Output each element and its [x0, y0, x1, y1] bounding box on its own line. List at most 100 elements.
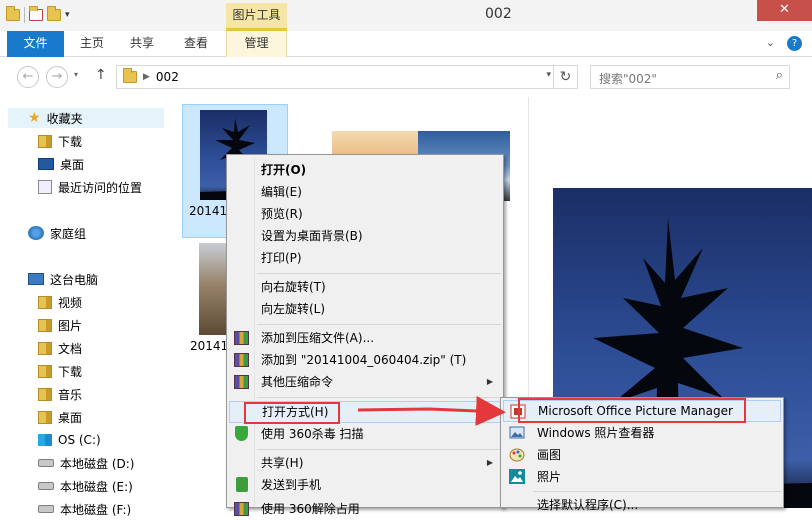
nav-item-label: 文档 [58, 341, 83, 356]
desktop-icon [38, 158, 54, 170]
shield-icon [235, 426, 248, 441]
unlock-icon [234, 502, 249, 516]
menu-item-open[interactable]: 打开(O) [229, 159, 501, 181]
nav-item-homegroup[interactable]: 家庭组 [28, 223, 86, 243]
nav-item-label: 下载 [58, 134, 83, 149]
nav-item-pictures[interactable]: 图片 [38, 315, 82, 335]
nav-item-label: 本地磁盘 (D:) [60, 456, 135, 471]
menu-item-other-archive-commands[interactable]: 其他压缩命令 ▶ [229, 371, 501, 393]
submenu-item-photo-viewer[interactable]: Windows 照片查看器 [503, 422, 781, 444]
collapse-ribbon-icon[interactable]: ⌄ [766, 36, 775, 51]
customize-qat-icon[interactable]: ▾ [65, 10, 70, 20]
menu-separator [257, 449, 501, 450]
menu-item-set-wallpaper[interactable]: 设置为桌面背景(B) [229, 225, 501, 247]
winrar-icon [234, 375, 249, 389]
documents-folder-icon [38, 341, 52, 355]
drive-icon [38, 505, 54, 513]
folder-icon[interactable] [6, 6, 20, 21]
recent-locations-icon[interactable]: ▾ [74, 70, 78, 79]
homegroup-icon [28, 226, 44, 240]
tab-home[interactable]: 主页 [72, 31, 112, 57]
nav-item-favorites[interactable]: ★ 收藏夹 [8, 108, 164, 128]
menu-item-preview[interactable]: 预览(R) [229, 203, 501, 225]
pictures-folder-icon [38, 318, 52, 332]
nav-item-recent-places[interactable]: 最近访问的位置 [38, 177, 142, 197]
nav-item-downloads-pc[interactable]: 下载 [38, 361, 82, 381]
menu-separator [533, 491, 781, 492]
nav-item-videos[interactable]: 视频 [38, 292, 82, 312]
tab-share[interactable]: 共享 [122, 31, 162, 57]
menu-item-share[interactable]: 共享(H) ▶ [229, 452, 501, 474]
menu-item-label: 其他压缩命令 [261, 375, 334, 389]
menu-item-rotate-right[interactable]: 向右旋转(T) [229, 276, 501, 298]
menu-item-rotate-left[interactable]: 向左旋转(L) [229, 298, 501, 320]
window-title: 002 [485, 6, 512, 22]
photo-viewer-icon [509, 426, 525, 439]
menu-item-add-to-archive[interactable]: 添加到压缩文件(A)... [229, 327, 501, 349]
submenu-item-label: 照片 [537, 470, 562, 484]
drive-icon [38, 459, 54, 467]
menu-item-label: 发送到手机 [261, 478, 322, 492]
nav-item-downloads[interactable]: 下载 [38, 131, 82, 151]
help-icon[interactable]: ? [787, 36, 802, 51]
nav-item-label: 桌面 [58, 410, 83, 425]
up-button[interactable]: ↑ [95, 67, 107, 83]
address-field[interactable]: ▶ 002 ▾ [116, 65, 554, 89]
nav-item-this-pc[interactable]: 这台电脑 [28, 269, 98, 289]
submenu-item-label: 画图 [537, 448, 562, 462]
nav-item-label: 视频 [58, 295, 83, 310]
annotation-highlight-open-with [244, 402, 340, 424]
properties-icon[interactable] [29, 6, 43, 21]
submenu-arrow-icon: ▶ [486, 377, 493, 386]
paint-icon [509, 448, 525, 462]
tab-view[interactable]: 查看 [176, 31, 216, 57]
nav-item-drive-e[interactable]: 本地磁盘 (E:) [38, 476, 133, 496]
nav-item-desktop[interactable]: 桌面 [38, 154, 84, 174]
nav-item-drive-c[interactable]: OS (C:) [38, 430, 101, 450]
menu-item-label: 使用 360解除占用 [261, 502, 360, 516]
menu-item-360-scan[interactable]: 使用 360杀毒 扫描 [229, 423, 501, 445]
ribbon: 文件 主页 共享 查看 管理 ⌄ ? [0, 31, 812, 57]
search-icon[interactable]: ⌕ [776, 68, 783, 83]
menu-item-360-unlock[interactable]: 使用 360解除占用 [229, 498, 501, 520]
nav-item-documents[interactable]: 文档 [38, 338, 82, 358]
refresh-button[interactable]: ↻ [554, 65, 578, 89]
menu-item-send-to-phone[interactable]: 发送到手机 [229, 474, 501, 496]
nav-item-label: 下载 [58, 364, 83, 379]
qat-separator [24, 7, 25, 23]
nav-item-label: 收藏夹 [46, 111, 83, 126]
submenu-arrow-icon: ▶ [485, 407, 492, 416]
tab-manage[interactable]: 管理 [226, 31, 287, 57]
address-dropdown-icon[interactable]: ▾ [546, 70, 551, 80]
menu-item-add-to-zip[interactable]: 添加到 "20141004_060404.zip" (T) [229, 349, 501, 371]
tab-file[interactable]: 文件 [7, 31, 64, 57]
submenu-item-choose-default[interactable]: 选择默认程序(C)... [503, 494, 781, 516]
title-bar: ▾ 图片工具 002 ✕ [0, 0, 812, 31]
desktop-folder-icon [38, 410, 52, 424]
search-placeholder: 搜索"002" [599, 72, 657, 86]
file-name: 20141 [189, 204, 228, 218]
nav-item-label: 这台电脑 [50, 272, 99, 287]
search-input[interactable]: 搜索"002" ⌕ [590, 65, 790, 89]
menu-item-print[interactable]: 打印(P) [229, 247, 501, 269]
system-drive-icon [38, 434, 52, 446]
forward-button[interactable]: → [46, 66, 68, 88]
quick-access-toolbar: ▾ [6, 6, 70, 23]
nav-item-drive-d[interactable]: 本地磁盘 (D:) [38, 453, 134, 473]
nav-item-label: 图片 [58, 318, 83, 333]
close-button[interactable]: ✕ [757, 0, 812, 21]
nav-item-label: 音乐 [58, 387, 83, 402]
back-button[interactable]: ← [17, 66, 39, 88]
submenu-item-photos[interactable]: 照片 [503, 466, 781, 488]
nav-item-music[interactable]: 音乐 [38, 384, 82, 404]
star-icon: ★ [28, 110, 41, 126]
nav-item-label: 本地磁盘 (E:) [60, 479, 133, 494]
menu-item-edit[interactable]: 编辑(E) [229, 181, 501, 203]
submenu-item-paint[interactable]: 画图 [503, 444, 781, 466]
nav-item-desktop-pc[interactable]: 桌面 [38, 407, 82, 427]
nav-item-drive-f[interactable]: 本地磁盘 (F:) [38, 499, 131, 519]
file-name: 20141 [190, 339, 229, 353]
new-folder-icon[interactable] [47, 6, 61, 21]
computer-icon [28, 273, 44, 285]
breadcrumb-item[interactable]: 002 [156, 70, 179, 84]
